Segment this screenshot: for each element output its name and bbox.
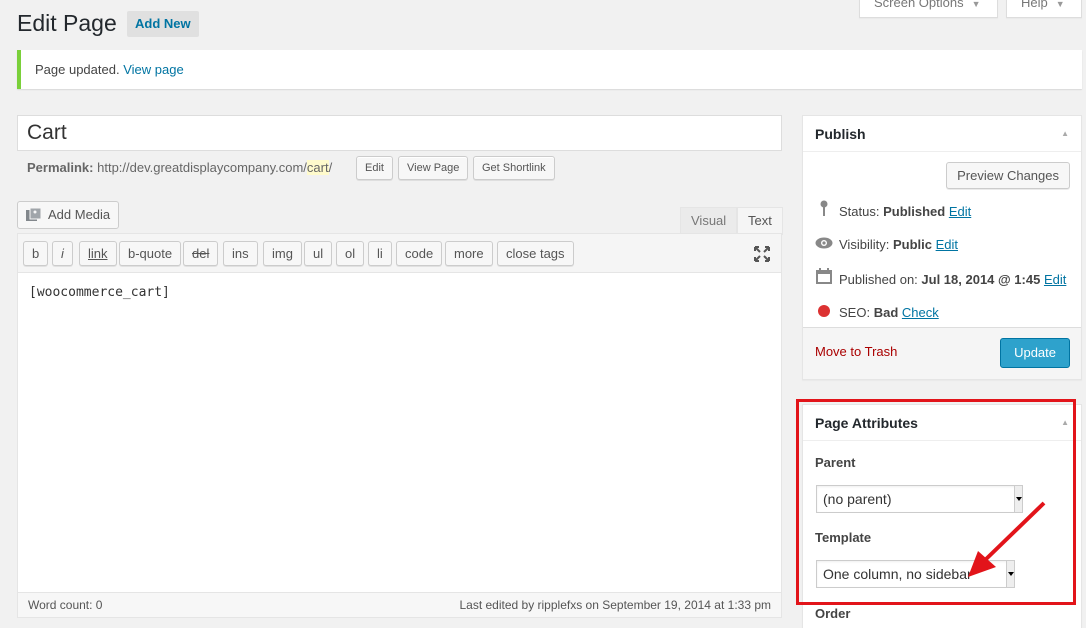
- update-button[interactable]: Update: [1000, 338, 1070, 368]
- publish-header[interactable]: Publish ▲: [803, 116, 1081, 152]
- qt-li-button[interactable]: li: [368, 241, 392, 266]
- qt-del-button[interactable]: del: [183, 241, 219, 266]
- add-media-label: Add Media: [48, 207, 111, 222]
- parent-label: Parent: [815, 455, 856, 470]
- status-row: Status: Published Edit: [815, 200, 971, 222]
- qt-bold-button[interactable]: b: [23, 241, 49, 266]
- qt-code-button[interactable]: code: [396, 241, 443, 266]
- editor-statusbar: Word count: 0 Last edited by ripplefxs o…: [18, 592, 781, 617]
- publish-title: Publish: [815, 126, 866, 142]
- published-edit-link[interactable]: Edit: [1044, 272, 1066, 287]
- status-edit-link[interactable]: Edit: [949, 204, 971, 219]
- seo-row: SEO: Bad Check: [815, 302, 939, 324]
- update-notice: Page updated. View page: [17, 50, 1082, 89]
- permalink-base: http://dev.greatdisplaycompany.com/: [97, 160, 307, 175]
- visibility-edit-link[interactable]: Edit: [936, 237, 958, 252]
- collapse-icon[interactable]: ▲: [1061, 405, 1069, 441]
- quicktags-toolbar: b i link b-quote del ins img ul ol li co…: [18, 234, 781, 273]
- calendar-icon: [815, 268, 833, 291]
- qt-img-button[interactable]: img: [263, 241, 302, 266]
- publish-actions: Move to Trash Update: [803, 327, 1081, 379]
- qt-ins-button[interactable]: ins: [223, 241, 258, 266]
- word-count: Word count: 0: [28, 598, 103, 612]
- publish-box: Publish ▲ Preview Changes Status: Publish…: [802, 115, 1082, 380]
- qt-link-button[interactable]: link: [79, 241, 117, 266]
- move-to-trash-link[interactable]: Move to Trash: [815, 344, 897, 359]
- add-new-button[interactable]: Add New: [127, 11, 199, 37]
- qt-ol-button[interactable]: ol: [336, 241, 365, 266]
- tab-text[interactable]: Text: [737, 207, 783, 235]
- published-on-row: Published on: Jul 18, 2014 @ 1:45 Edit: [815, 268, 1066, 290]
- seo-label: SEO:: [839, 305, 871, 320]
- screen-options-label: Screen Options: [874, 0, 964, 10]
- editor: b i link b-quote del ins img ul ol li co…: [17, 233, 782, 618]
- chevron-down-icon: ▼: [971, 0, 981, 9]
- visibility-label: Visibility:: [839, 237, 890, 252]
- page-attributes-title: Page Attributes: [815, 415, 918, 431]
- view-page-button[interactable]: View Page: [398, 156, 469, 180]
- seo-value: Bad: [873, 305, 899, 320]
- eye-icon: [815, 234, 833, 256]
- permalink: Permalink: http://dev.greatdisplaycompan…: [27, 156, 332, 180]
- collapse-icon[interactable]: ▲: [1061, 116, 1069, 152]
- chevron-down-icon: ▼: [1055, 0, 1065, 9]
- editor-textarea[interactable]: [woocommerce_cart]: [18, 273, 781, 593]
- tab-visual[interactable]: Visual: [680, 207, 738, 234]
- status-label: Status:: [839, 204, 880, 219]
- status-value: Published: [883, 204, 946, 219]
- visibility-value: Public: [892, 237, 932, 252]
- last-edited: Last edited by ripplefxs on September 19…: [459, 598, 771, 612]
- permalink-end: /: [328, 160, 333, 175]
- order-label: Order: [815, 606, 851, 621]
- template-select-value: One column, no sidebar: [823, 566, 972, 582]
- red-arrow-icon: [968, 501, 1046, 577]
- pin-icon: [815, 200, 833, 223]
- parent-select-value: (no parent): [823, 491, 892, 507]
- screen-options-tab[interactable]: Screen Options ▼: [859, 0, 998, 18]
- title-input[interactable]: Cart: [17, 115, 782, 151]
- published-value: Jul 18, 2014 @ 1:45: [921, 272, 1041, 287]
- qt-ul-button[interactable]: ul: [304, 241, 333, 266]
- qt-italic-button[interactable]: i: [52, 241, 73, 266]
- help-tab[interactable]: Help ▼: [1006, 0, 1082, 18]
- fullscreen-icon[interactable]: [753, 245, 771, 263]
- notice-text: Page updated.: [35, 62, 120, 77]
- qt-more-button[interactable]: more: [445, 241, 493, 266]
- preview-changes-button[interactable]: Preview Changes: [946, 162, 1070, 189]
- page-attributes-header[interactable]: Page Attributes ▲: [803, 405, 1081, 441]
- template-label: Template: [815, 530, 872, 545]
- add-media-button[interactable]: Add Media: [17, 201, 119, 229]
- edit-permalink-button[interactable]: Edit: [356, 156, 393, 180]
- qt-close-tags-button[interactable]: close tags: [497, 241, 574, 266]
- visibility-row: Visibility: Public Edit: [815, 234, 958, 256]
- view-page-link[interactable]: View page: [123, 62, 183, 77]
- media-icon: [26, 208, 42, 221]
- seo-check-link[interactable]: Check: [902, 305, 939, 320]
- help-label: Help: [1021, 0, 1048, 10]
- seo-status-dot-icon: [815, 302, 833, 324]
- get-shortlink-button[interactable]: Get Shortlink: [473, 156, 555, 180]
- published-label: Published on:: [839, 272, 918, 287]
- page-title: Edit Page: [17, 10, 117, 36]
- permalink-slug[interactable]: cart: [306, 160, 329, 175]
- permalink-label: Permalink:: [27, 160, 94, 175]
- qt-bquote-button[interactable]: b-quote: [119, 241, 182, 266]
